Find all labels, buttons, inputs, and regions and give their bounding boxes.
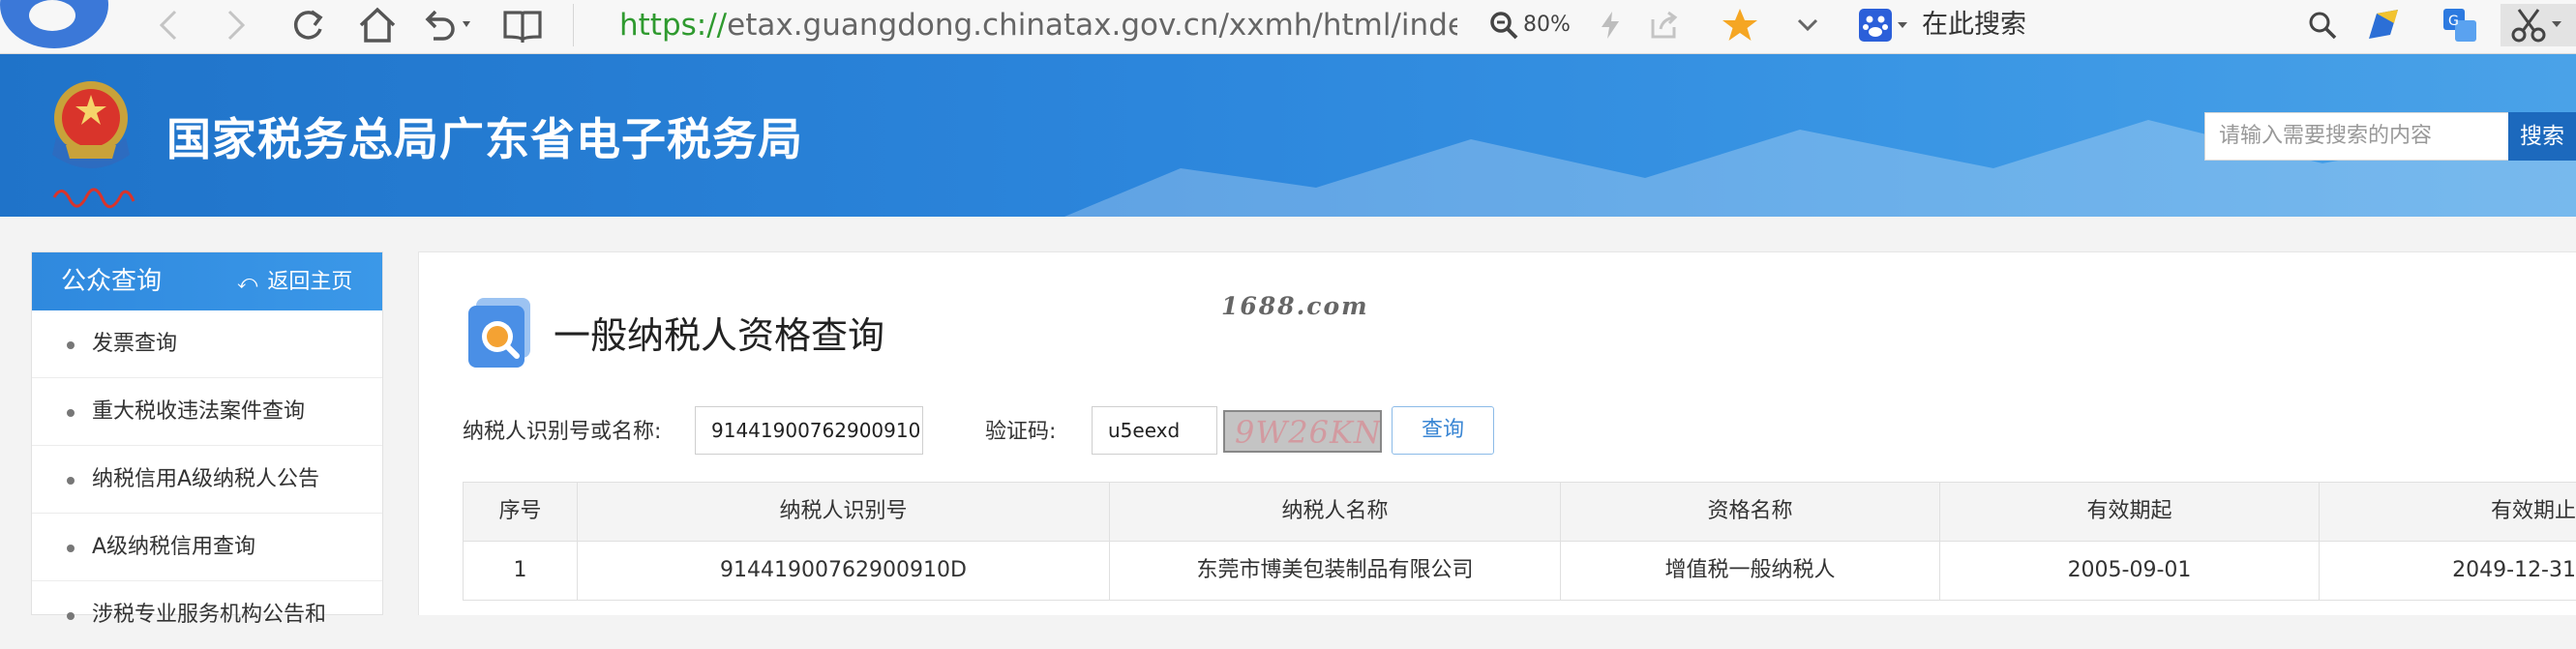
share-icon[interactable] [1645, 4, 1684, 46]
table-header-row: 序号 纳税人识别号 纳税人名称 资格名称 有效期起 有效期止 [463, 483, 2576, 541]
svg-text:G: G [2448, 14, 2459, 29]
bullet-icon [67, 545, 75, 552]
header-cell-taxpayer-name: 纳税人名称 [1109, 483, 1560, 541]
site-header: 国家税务总局广东省电子税务局 请输入需要搜索的内容 搜索 [0, 54, 2576, 217]
cell-taxpayer-name: 东莞市博美包装制品有限公司 [1109, 542, 1560, 600]
sidebar: 公众查询 ⤺ 返回主页 发票查询 重大税收违法案件查询 纳税信用A级纳税人公告 A… [31, 251, 383, 627]
sidebar-item-label: 发票查询 [92, 332, 178, 356]
chevron-down-icon[interactable] [1788, 4, 1827, 46]
site-search-button[interactable]: 搜索 [2508, 112, 2576, 161]
undo-icon[interactable] [418, 4, 476, 46]
zoom-icon[interactable] [1486, 4, 1521, 46]
cell-qualification: 增值税一般纳税人 [1560, 542, 1939, 600]
query-button[interactable]: 查询 [1392, 406, 1494, 455]
cell-valid-from: 2005-09-01 [1939, 542, 2319, 600]
refresh-icon[interactable] [281, 4, 335, 46]
taxpayer-label: 纳税人识别号或名称: [463, 420, 662, 444]
favorite-star-icon[interactable] [1717, 4, 1763, 46]
header-cell-taxpayer-id: 纳税人识别号 [577, 483, 1109, 541]
reader-icon[interactable] [495, 4, 550, 46]
header-cell-valid-to: 有效期止 [2319, 483, 2576, 541]
sidebar-item-label: A级纳税信用查询 [92, 535, 256, 559]
table-row[interactable]: 1 91441900762900910D 东莞市博美包装制品有限公司 增值税一般… [463, 542, 2576, 600]
sidebar-title: 公众查询 [61, 267, 163, 296]
translate-pen-icon[interactable] [2361, 4, 2408, 46]
captcha-input[interactable]: u5eexd [1092, 406, 1217, 455]
cell-valid-to: 2049-12-31 [2319, 542, 2576, 600]
home-icon[interactable] [350, 4, 404, 46]
address-bar[interactable]: https://etax.guangdong.chinatax.gov.cn/x… [619, 6, 1457, 44]
header-cell-qualification: 资格名称 [1560, 483, 1939, 541]
browser-logo-icon [0, 0, 108, 48]
url-protocol: https:// [619, 8, 728, 43]
back-icon[interactable] [145, 4, 192, 46]
bullet-icon [67, 409, 75, 417]
bullet-icon [67, 612, 75, 620]
back-arrow-icon: ⤺ [237, 270, 258, 293]
sidebar-item-a-credit-notice[interactable]: 纳税信用A级纳税人公告 [32, 446, 382, 514]
page-title: 一般纳税人资格查询 [554, 314, 885, 357]
browser-toolbar: https://etax.guangdong.chinatax.gov.cn/x… [0, 0, 2576, 54]
bullet-icon [67, 341, 75, 349]
search-icon[interactable] [2303, 4, 2342, 46]
flash-icon[interactable] [1591, 4, 1630, 46]
cell-index: 1 [463, 542, 577, 600]
address-separator [573, 4, 574, 46]
sidebar-item-a-credit-query[interactable]: A级纳税信用查询 [32, 514, 382, 581]
back-home-label: 返回主页 [267, 270, 353, 294]
zoom-level[interactable]: 80% [1523, 6, 1571, 44]
sidebar-item-label: 重大税收违法案件查询 [92, 399, 306, 424]
captcha-image-text: 9W26KN [1235, 414, 1382, 451]
table-border [463, 600, 2576, 601]
sidebar-item-violation-cases[interactable]: 重大税收违法案件查询 [32, 378, 382, 446]
captcha-label: 验证码: [985, 420, 1057, 444]
captcha-image[interactable]: 9W26KN [1223, 410, 1382, 453]
sidebar-item-invoice-query[interactable]: 发票查询 [32, 310, 382, 378]
browser-search-input[interactable]: 在此搜索 [1922, 6, 2026, 44]
back-home-link[interactable]: ⤺ 返回主页 [237, 252, 352, 311]
header-cell-index: 序号 [463, 483, 577, 541]
screenshot-scissors-icon[interactable] [2501, 4, 2576, 46]
sidebar-item-label: 纳税信用A级纳税人公告 [92, 467, 320, 491]
sidebar-item-service-agencies[interactable]: 涉税专业服务机构公告和 [32, 581, 382, 649]
header-cell-valid-from: 有效期起 [1939, 483, 2319, 541]
baidu-paw-icon[interactable] [1856, 4, 1912, 46]
site-search-input[interactable]: 请输入需要搜索的内容 [2204, 112, 2518, 161]
emblem-signature [50, 178, 137, 211]
bullet-icon [67, 477, 75, 485]
translate-icon[interactable]: G [2437, 4, 2483, 46]
forward-icon[interactable] [213, 4, 259, 46]
sidebar-header: 公众查询 ⤺ 返回主页 [32, 252, 382, 310]
watermark-text: 1688.com [1221, 292, 1369, 320]
site-title: 国家税务总局广东省电子税务局 [166, 113, 803, 165]
url-path: etax.guangdong.chinatax.gov.cn/xxmh/html… [727, 8, 1457, 43]
query-document-icon [468, 298, 530, 368]
cell-taxpayer-id: 91441900762900910D [577, 542, 1109, 600]
taxpayer-id-input[interactable]: 91441900762900910D [695, 406, 923, 455]
